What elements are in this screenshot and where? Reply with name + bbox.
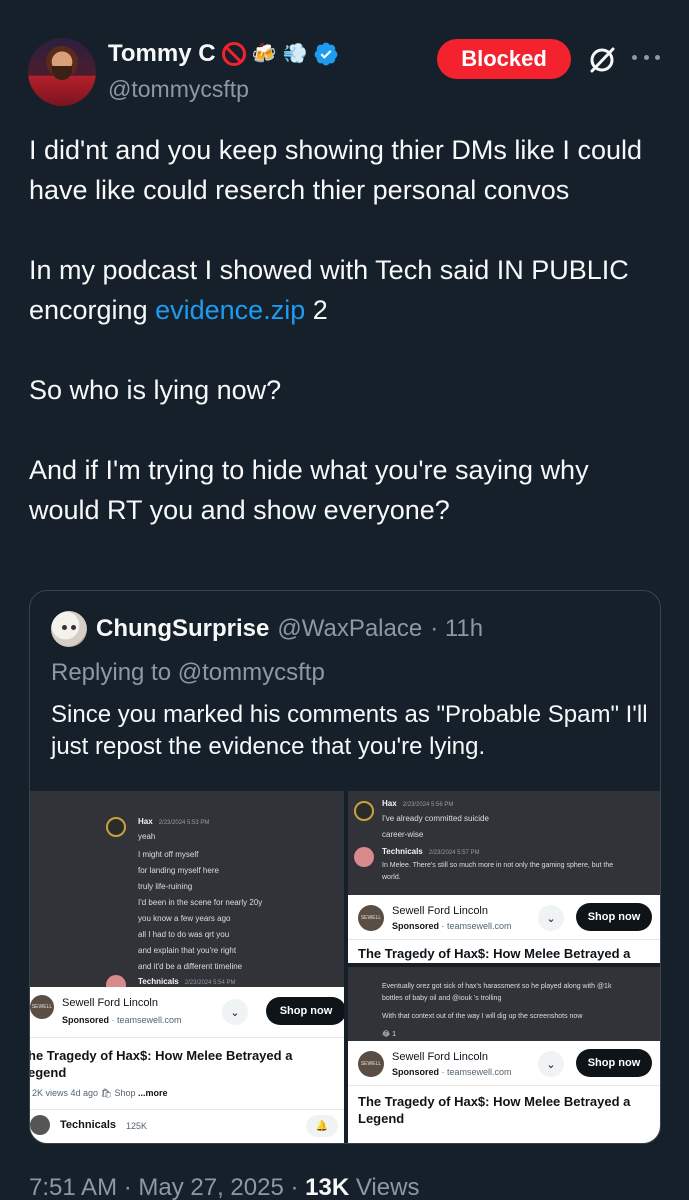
ad-divider <box>348 1085 660 1086</box>
tweet-header: Tommy C 🍻 💨 @tommycsftp Blocked <box>0 0 689 120</box>
technicals-avatar <box>354 847 374 867</box>
video-divider <box>30 1109 344 1110</box>
shop-now-button[interactable]: Shop now <box>576 1049 652 1077</box>
video-title: he Tragedy of Hax$: How Melee Betrayed a… <box>30 1048 293 1080</box>
media-image-3[interactable]: Eventually orez got sick of hax's harass… <box>348 967 660 1143</box>
grok-icon[interactable] <box>586 44 618 76</box>
ad-divider <box>30 1037 344 1038</box>
quoted-tweet[interactable]: ChungSurprise @WaxPalace · 11h Replying … <box>29 590 661 1144</box>
video-meta: 2K views 4d ago 🛍 Shop ...more <box>32 1088 168 1098</box>
discord-message-block: Hax 2/23/2024 5:56 PM I've already commit… <box>382 799 489 839</box>
ad-sponsored-line: Sponsored · teamsewell.com <box>62 1015 182 1025</box>
replying-to: Replying to @tommycsftp <box>51 659 325 686</box>
author-display-name[interactable]: Tommy C <box>108 40 216 68</box>
discord-message-block: Hax 2/23/2024 5:53 PM yeah I might off my… <box>138 817 263 971</box>
discord-message-block-2: Technicals 2/23/2024 5:57 PM In Melee. Th… <box>382 847 614 881</box>
ad-advertiser-name: Sewell Ford Lincoln <box>392 905 488 917</box>
shop-now-button[interactable]: Shop now <box>266 997 344 1025</box>
quoted-author-avatar <box>51 611 87 647</box>
beer-mugs-icon: 🍻 <box>251 43 277 65</box>
youtube-ad-card[interactable]: SEWELL Sewell Ford Lincoln Sponsored · t… <box>348 895 660 963</box>
hax-avatar <box>106 817 126 837</box>
author-name-row: Tommy C 🍻 💨 <box>108 40 339 68</box>
channel-avatar <box>30 1115 50 1135</box>
tweet-paragraph-1: I did'nt and you keep showing thier DMs … <box>29 135 642 205</box>
tweet-paragraph-3: So who is lying now? <box>29 375 282 405</box>
ad-logo-icon: SEWELL <box>358 1051 384 1077</box>
chevron-down-icon[interactable]: ⌄ <box>222 999 248 1025</box>
media-image-1[interactable]: Hax 2/23/2024 5:53 PM yeah I might off my… <box>30 791 344 1143</box>
author-avatar[interactable] <box>28 38 96 106</box>
youtube-ad-card[interactable]: SEWELL Sewell Ford Lincoln Sponsored · t… <box>348 1041 660 1143</box>
ad-sponsored-line: Sponsored · teamsewell.com <box>392 1067 512 1077</box>
video-title: The Tragedy of Hax$: How Melee Betrayed … <box>358 1094 631 1126</box>
tweet-timestamp: 7:51 AM · May 27, 2025 · 13K Views <box>29 1174 420 1200</box>
reaction-badge[interactable]: 😂 1 <box>382 1029 611 1041</box>
chevron-down-icon[interactable]: ⌄ <box>538 1051 564 1077</box>
quoted-handle: @WaxPalace <box>277 615 423 642</box>
discord-message-block: Eventually orez got sick of hax's harass… <box>382 981 611 1041</box>
quoted-time: · 11h <box>430 615 484 642</box>
ad-divider <box>348 939 660 940</box>
bell-icon[interactable]: 🔔 <box>306 1115 338 1137</box>
chevron-down-icon[interactable]: ⌄ <box>538 905 564 931</box>
quoted-text: Since you marked his comments as "Probab… <box>51 701 648 760</box>
channel-subscribers: 125K <box>126 1121 148 1131</box>
blocked-button[interactable]: Blocked <box>437 39 571 79</box>
media-image-2[interactable]: Hax 2/23/2024 5:56 PM I've already commit… <box>348 791 660 963</box>
ad-sponsored-line: Sponsored · teamsewell.com <box>392 921 512 931</box>
prohibited-icon <box>221 42 246 66</box>
tweet-paragraph-2: In my podcast I showed with Tech said IN… <box>29 255 629 325</box>
hax-avatar <box>354 801 374 821</box>
avatar-beard <box>52 66 72 80</box>
shop-now-button[interactable]: Shop now <box>576 903 652 931</box>
channel-name: Technicals <box>60 1119 117 1131</box>
ad-logo-icon: SEWELL <box>30 995 54 1019</box>
ad-logo-icon: SEWELL <box>358 905 384 931</box>
more-options-icon[interactable] <box>632 55 660 65</box>
ad-advertiser-name: Sewell Ford Lincoln <box>392 1051 488 1063</box>
tweet-text: I did'nt and you keep showing thier DMs … <box>29 130 659 530</box>
tweet-paragraph-4: And if I'm trying to hide what you're sa… <box>29 455 589 525</box>
author-handle[interactable]: @tommycsftp <box>108 76 249 103</box>
evidence-link[interactable]: evidence.zip <box>155 295 305 325</box>
views-count: 13K <box>305 1174 350 1200</box>
ad-advertiser-name: Sewell Ford Lincoln <box>62 997 158 1009</box>
quoted-media-grid[interactable]: Hax 2/23/2024 5:53 PM yeah I might off my… <box>30 791 660 1143</box>
video-title: The Tragedy of Hax$: How Melee Betrayed … <box>358 946 631 961</box>
quoted-display-name: ChungSurprise <box>96 615 270 642</box>
verified-badge-icon <box>315 42 338 66</box>
quoted-author-row: ChungSurprise @WaxPalace · 11h <box>96 615 483 643</box>
dash-icon: 💨 <box>282 43 308 65</box>
youtube-ad-card[interactable]: SEWELL Sewell Ford Lincoln Sponsored · t… <box>30 987 344 1143</box>
